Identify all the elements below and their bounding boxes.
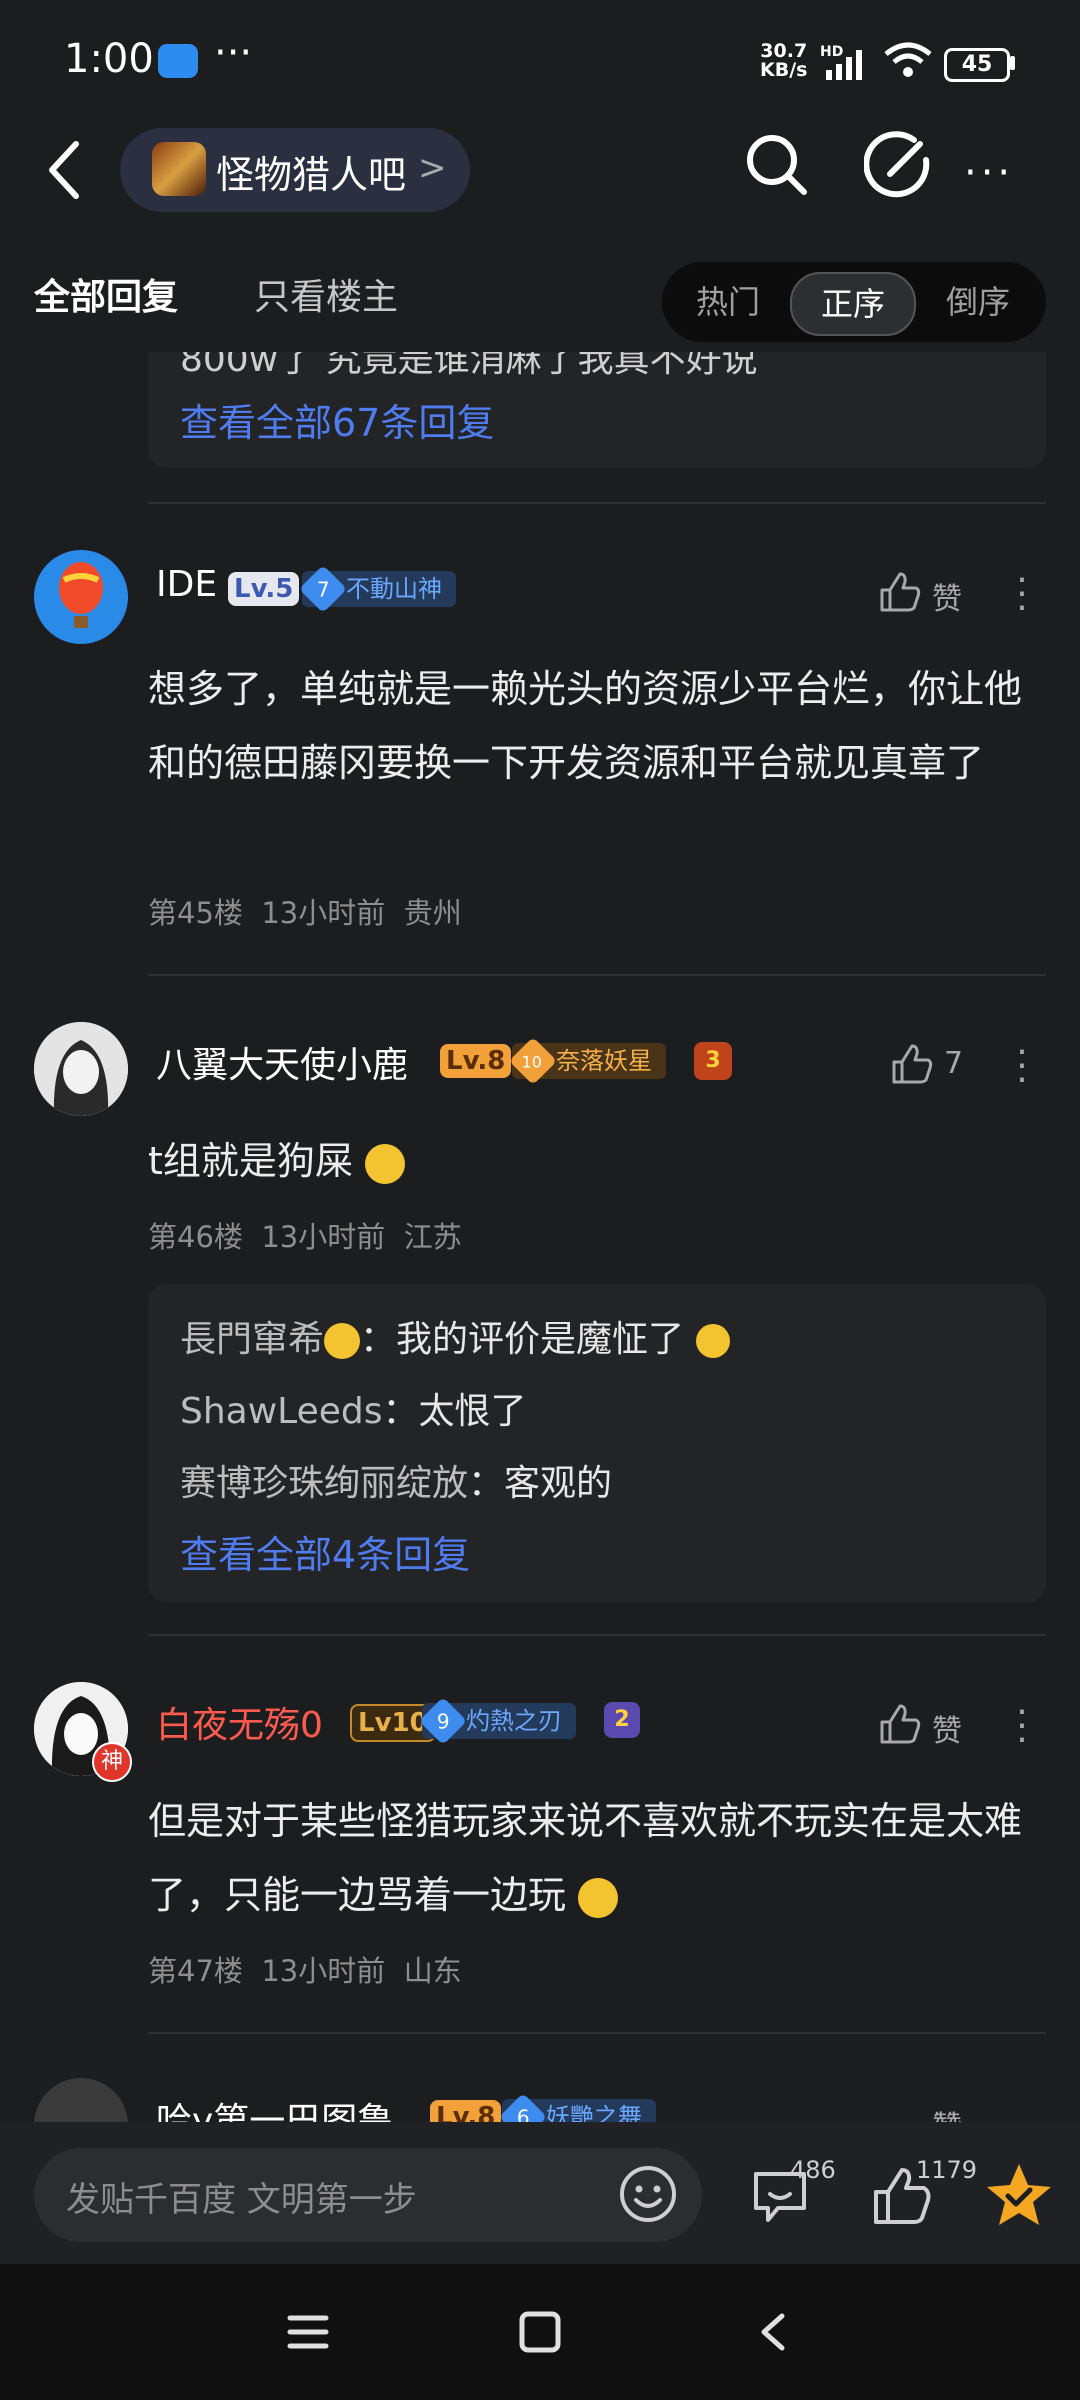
sub-reply-name[interactable]: 長門窜希 <box>180 1319 324 1360</box>
level-badge: Lv.8 <box>440 1044 512 1078</box>
signal-icon <box>826 50 862 80</box>
more-icon[interactable]: ··· <box>964 150 1014 196</box>
like-count[interactable]: 7 <box>944 1046 963 1081</box>
comment-count: 486 <box>790 2156 836 2184</box>
wifi-icon <box>884 42 932 77</box>
prev-clipped-text: 800w了 究竟是谁消麻了我真不好说 <box>180 352 758 380</box>
post-meta: 第46楼 13小时前 江苏 <box>148 1214 462 1256</box>
anime-avatar-image <box>34 1022 128 1116</box>
post-location: 江苏 <box>403 1220 462 1254</box>
avatar[interactable] <box>34 2078 128 2122</box>
back-icon[interactable] <box>40 138 90 202</box>
kebab-icon[interactable]: · · · <box>1012 1035 1032 1099</box>
home-icon[interactable] <box>518 2310 562 2354</box>
floor-number: 第45楼 <box>148 896 243 930</box>
status-more-dots: ··· <box>214 30 253 76</box>
star-icon[interactable] <box>984 2160 1054 2230</box>
status-bar: 1:00 ··· 30.7 KB/s HD 45 <box>0 0 1080 118</box>
emoji-icon[interactable] <box>618 2164 678 2224</box>
sort-hot[interactable]: 热门 <box>670 272 786 332</box>
prev-view-all-link[interactable]: 查看全部67条回复 <box>180 392 494 447</box>
divider <box>148 974 1046 976</box>
avatar[interactable] <box>34 1022 128 1116</box>
sub-reply: ShawLeeds：太恨了 <box>180 1391 527 1432</box>
divider <box>148 1634 1046 1636</box>
kebab-icon[interactable]: · · · <box>1012 1695 1032 1759</box>
username[interactable]: 白夜无殇0 <box>156 1696 323 1748</box>
post-text: 但是对于某些怪猎玩家来说不喜欢就不玩实在是太难了，只能一边骂着一边玩 <box>148 1799 1023 1918</box>
tab-owner-only[interactable]: 只看楼主 <box>254 268 398 320</box>
laugh-emoji-icon <box>578 1877 619 1918</box>
sub-reply-name[interactable]: 赛博珍珠绚丽绽放 <box>180 1463 468 1504</box>
sub-reply-text: 客观的 <box>504 1463 613 1504</box>
reply-list: 800w了 究竟是谁消麻了我真不好说 查看全部67条回复 IDE Lv.5 不動… <box>0 352 1080 2122</box>
divider <box>148 2032 1046 2034</box>
edit-icon[interactable] <box>864 130 934 200</box>
avatar-tag: 神 <box>92 1742 132 1782</box>
search-icon[interactable] <box>742 130 812 200</box>
floor-number: 第47楼 <box>148 1954 243 1988</box>
sub-reply-text: 太恨了 <box>418 1391 527 1432</box>
network-speed: 30.7 KB/s <box>760 42 807 80</box>
reply-input-placeholder[interactable]: 发贴千百度 文明第一步 <box>66 2172 417 2221</box>
username[interactable]: 八翼大天使小鹿 <box>156 1036 408 1088</box>
game-badge-icon: 2 <box>604 1702 640 1738</box>
thumb-up-icon[interactable] <box>890 1042 934 1086</box>
grin-emoji-icon <box>324 1323 361 1359</box>
sort-descending[interactable]: 倒序 <box>920 272 1036 332</box>
level-badge: Lv.8 <box>430 2100 502 2122</box>
like-count[interactable]: 赞 <box>932 1706 962 1750</box>
post-time: 13小时前 <box>261 1220 386 1254</box>
post-text: 想多了，单纯就是一赖光头的资源少平台烂，你让他和的德田藤冈要换一下开发资源和平台… <box>148 667 1023 785</box>
sub-reply: 長門窜希 ：我的评价是魔怔了 <box>180 1310 730 1362</box>
floor-number: 第46楼 <box>148 1220 243 1254</box>
like-count[interactable]: 赞 <box>932 2102 962 2122</box>
forum-avatar <box>152 142 206 196</box>
sub-reply: 赛博珍珠绚丽绽放：客观的 <box>180 1463 613 1504</box>
battery-icon: 45 <box>944 48 1010 82</box>
kebab-icon[interactable]: · · · <box>1012 563 1032 627</box>
laugh-emoji-icon <box>695 1324 730 1358</box>
post-meta: 第47楼 13小时前 山东 <box>148 1948 462 1990</box>
balloon-avatar-image <box>34 550 128 644</box>
username[interactable]: IDE <box>156 564 217 605</box>
avatar[interactable] <box>34 550 128 644</box>
cloud-icon <box>158 44 198 78</box>
username[interactable]: 哈y第一巴图鲁 <box>156 2092 393 2122</box>
post-time: 13小时前 <box>261 1954 386 1988</box>
post-meta: 第45楼 13小时前 贵州 <box>148 890 462 932</box>
game-badge-icon: 3 <box>694 1042 732 1080</box>
chevron-right-icon: > <box>418 148 447 188</box>
like-count[interactable]: 赞 <box>932 574 962 618</box>
menu-icon[interactable] <box>286 2310 330 2354</box>
battery-tip <box>1010 56 1015 70</box>
divider <box>148 502 1046 504</box>
sub-reply-text: 我的评价是魔怔了 <box>396 1319 685 1360</box>
smile-emoji-icon <box>365 1143 405 1184</box>
post-time: 13小时前 <box>261 896 386 930</box>
forum-name[interactable]: 怪物猎人吧 <box>216 144 406 199</box>
sort-toggle: 热门 正序 倒序 <box>662 262 1046 342</box>
view-all-replies-link[interactable]: 查看全部4条回复 <box>180 1524 470 1579</box>
like-total-count: 1179 <box>916 2156 978 2184</box>
post-location: 山东 <box>403 1954 462 1988</box>
level-badge: Lv.5 <box>228 572 300 606</box>
sort-ascending[interactable]: 正序 <box>790 272 916 336</box>
speed-unit: KB/s <box>760 59 808 81</box>
status-time: 1:00 <box>64 36 154 82</box>
post-text: t组就是狗屎 <box>148 1124 405 1198</box>
sub-reply-name[interactable]: ShawLeeds <box>180 1391 383 1432</box>
tab-all-replies[interactable]: 全部回复 <box>34 268 178 320</box>
thumb-up-icon[interactable] <box>878 570 922 614</box>
thumb-up-icon[interactable] <box>878 1702 922 1746</box>
nav-back-icon[interactable] <box>752 2310 796 2354</box>
post-location: 贵州 <box>403 896 462 930</box>
